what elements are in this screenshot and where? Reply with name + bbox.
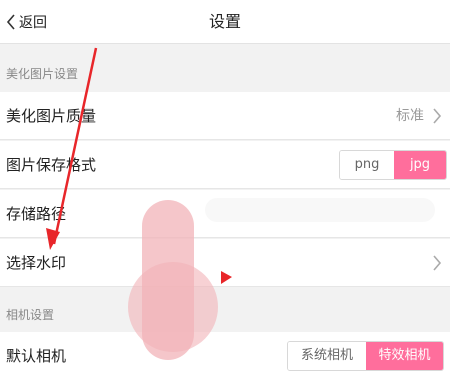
pointer-arrow-icon	[221, 271, 232, 284]
annotation-arrow	[46, 47, 232, 284]
